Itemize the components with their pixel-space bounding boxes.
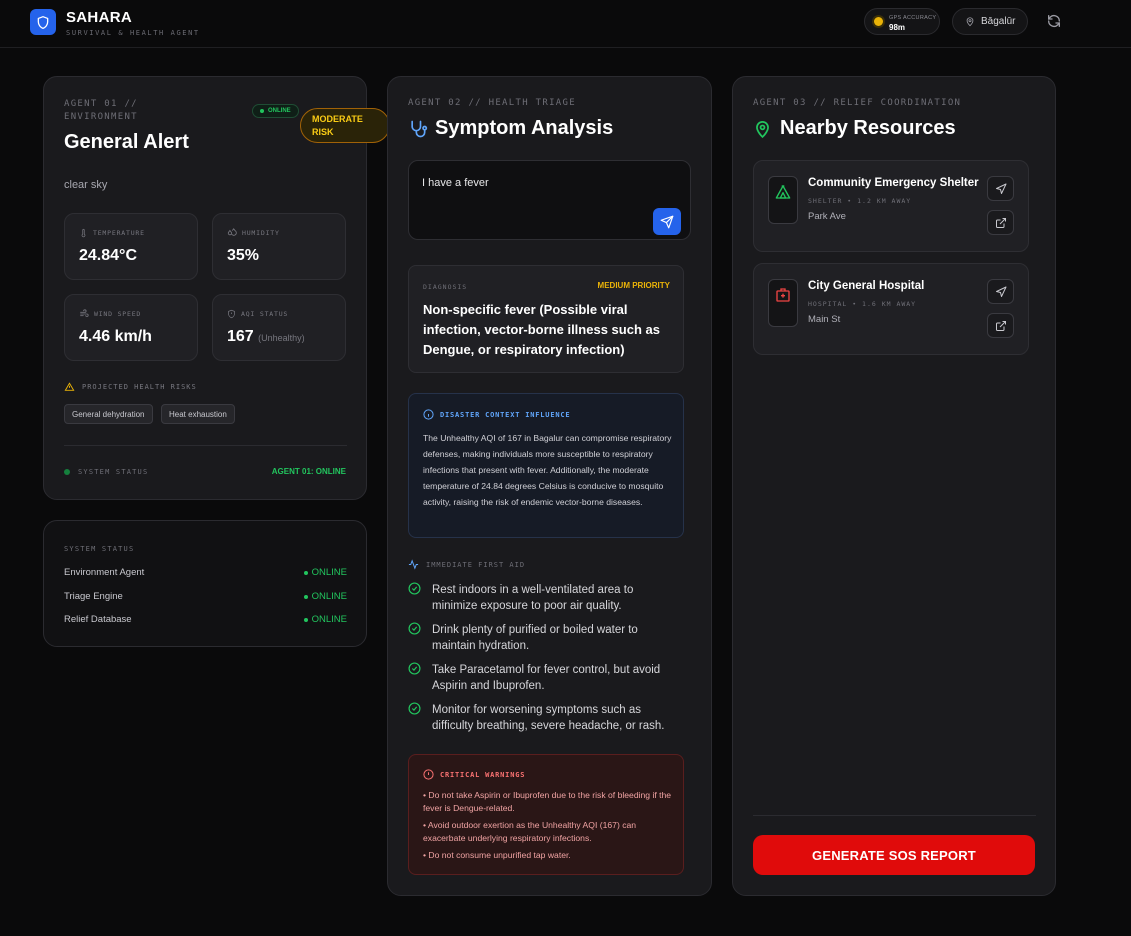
agent2-eyebrow: AGENT 02 // HEALTH TRIAGE — [408, 98, 576, 108]
wind-icon — [80, 309, 89, 317]
warning-item: • Avoid outdoor exertion as the Unhealth… — [423, 820, 637, 843]
temperature-stat: TEMPERATURE 24.84°C — [64, 213, 198, 280]
resource-meta: SHELTER • 1.2 KM AWAY — [808, 197, 912, 205]
map-pin-icon — [756, 120, 769, 138]
health-risks-title: PROJECTED HEALTH RISKS — [64, 382, 197, 392]
risk-chip: General dehydration — [64, 404, 153, 424]
environment-agent-card: AGENT 01 // ENVIRONMENT ONLINE MODERATE … — [43, 76, 390, 500]
app-subtitle: SURVIVAL & HEALTH AGENT — [66, 29, 200, 37]
droplets-icon — [227, 228, 237, 236]
disaster-context-box: DISASTER CONTEXT INFLUENCE The Unhealthy… — [408, 393, 684, 538]
gps-value: 98m — [889, 23, 906, 32]
status-row: Relief Database ONLINE — [64, 614, 347, 625]
resource-name: City General Hospital — [808, 280, 925, 292]
check-circle-icon — [408, 702, 421, 715]
agent3-title-row: Nearby Resources — [753, 117, 956, 140]
relief-coordination-card: AGENT 03 // RELIEF COORDINATION Nearby R… — [732, 76, 1056, 896]
risk-chip: Heat exhaustion — [161, 404, 235, 424]
activity-icon — [408, 559, 419, 570]
tent-icon — [768, 176, 798, 224]
location-button[interactable]: Bāgalūr — [952, 8, 1028, 35]
map-pin-icon — [966, 17, 974, 27]
first-aid-item: Drink plenty of purified or boiled water… — [408, 622, 684, 654]
weather-condition: clear sky — [64, 179, 108, 191]
app-title: SAHARA — [66, 9, 132, 26]
thermometer-icon — [81, 228, 86, 238]
hospital-icon — [768, 279, 798, 327]
priority-badge: MEDIUM PRIORITY — [597, 281, 670, 290]
system-status-card: SYSTEM STATUS Environment Agent ONLINE Tr… — [43, 520, 367, 647]
external-link-button[interactable] — [987, 210, 1014, 235]
navigate-button[interactable] — [987, 279, 1014, 304]
status-row: Environment Agent ONLINE — [64, 567, 347, 578]
top-bar: SAHARA SURVIVAL & HEALTH AGENT GPS ACCUR… — [0, 0, 1131, 48]
symptom-input[interactable]: I have a fever — [422, 177, 642, 217]
first-aid-title: IMMEDIATE FIRST AID — [408, 559, 525, 570]
agent2-title: Symptom Analysis — [435, 117, 614, 139]
symptom-input-box: I have a fever — [408, 160, 691, 240]
resource-address: Park Ave — [808, 211, 846, 222]
navigation-icon — [995, 183, 1006, 194]
alert-circle-icon — [423, 769, 434, 780]
wind-speed-stat: WIND SPEED 4.46 km/h — [64, 294, 198, 361]
resource-address: Main St — [808, 314, 841, 325]
check-circle-icon — [408, 622, 421, 635]
agent3-title: Nearby Resources — [780, 117, 956, 139]
navigate-button[interactable] — [987, 176, 1014, 201]
agent3-eyebrow: AGENT 03 // RELIEF COORDINATION — [753, 98, 962, 108]
health-triage-card: AGENT 02 // HEALTH TRIAGE Symptom Analys… — [387, 76, 712, 896]
generate-sos-button[interactable]: GENERATE SOS REPORT — [753, 835, 1035, 875]
divider — [64, 445, 347, 446]
stethoscope-icon — [411, 120, 428, 137]
diagnosis-text: Non-specific fever (Possible viral infec… — [423, 302, 660, 357]
warning-triangle-icon — [64, 382, 75, 391]
location-name: Bāgalūr — [981, 16, 1016, 27]
aqi-stat: AQI STATUS 167 (Unhealthy) — [212, 294, 346, 361]
agent2-title-row: Symptom Analysis — [408, 117, 613, 140]
send-icon — [660, 215, 674, 228]
first-aid-item: Take Paracetamol for fever control, but … — [408, 662, 684, 694]
external-link-button[interactable] — [987, 313, 1014, 338]
system-status-label: SYSTEM STATUS — [64, 468, 148, 476]
warning-item: • Do not consume unpurified tap water. — [423, 850, 571, 860]
external-link-icon — [995, 217, 1006, 228]
online-pill: ONLINE — [252, 104, 299, 118]
navigation-icon — [995, 286, 1006, 297]
resource-card-shelter[interactable]: Community Emergency Shelter SHELTER • 1.… — [753, 160, 1029, 252]
external-link-icon — [995, 320, 1006, 331]
check-circle-icon — [408, 582, 421, 595]
divider — [753, 815, 1036, 816]
agent1-title: General Alert — [64, 131, 189, 153]
status-row: Triage Engine ONLINE — [64, 591, 347, 602]
gps-accuracy-badge: GPS ACCURACY 98m — [864, 8, 940, 35]
agent1-eyebrow: AGENT 01 // ENVIRONMENT — [64, 99, 138, 122]
system-status-title: SYSTEM STATUS — [64, 545, 135, 553]
risk-badge: MODERATE RISK — [300, 108, 390, 143]
refresh-icon[interactable] — [1046, 13, 1064, 31]
humidity-stat: HUMIDITY 35% — [212, 213, 346, 280]
info-icon — [423, 409, 434, 420]
warning-item: • Do not take Aspirin or Ibuprofen due t… — [423, 790, 672, 813]
gps-label: GPS ACCURACY — [889, 15, 937, 21]
critical-warnings-box: CRITICAL WARNINGS • Do not take Aspirin … — [408, 754, 684, 875]
gps-dot-icon — [874, 17, 883, 26]
check-circle-icon — [408, 662, 421, 675]
resource-meta: HOSPITAL • 1.6 KM AWAY — [808, 300, 917, 308]
resource-name: Community Emergency Shelter — [808, 177, 979, 189]
resource-card-hospital[interactable]: City General Hospital HOSPITAL • 1.6 KM … — [753, 263, 1029, 355]
send-button[interactable] — [653, 208, 681, 235]
diagnosis-box: DIAGNOSIS MEDIUM PRIORITY Non-specific f… — [408, 265, 684, 373]
first-aid-item: Monitor for worsening symptoms such as d… — [408, 702, 684, 734]
shield-icon — [228, 309, 235, 319]
shield-logo-icon — [30, 9, 56, 35]
agent1-online-status: AGENT 01: ONLINE — [271, 467, 346, 476]
first-aid-item: Rest indoors in a well-ventilated area t… — [408, 582, 684, 614]
